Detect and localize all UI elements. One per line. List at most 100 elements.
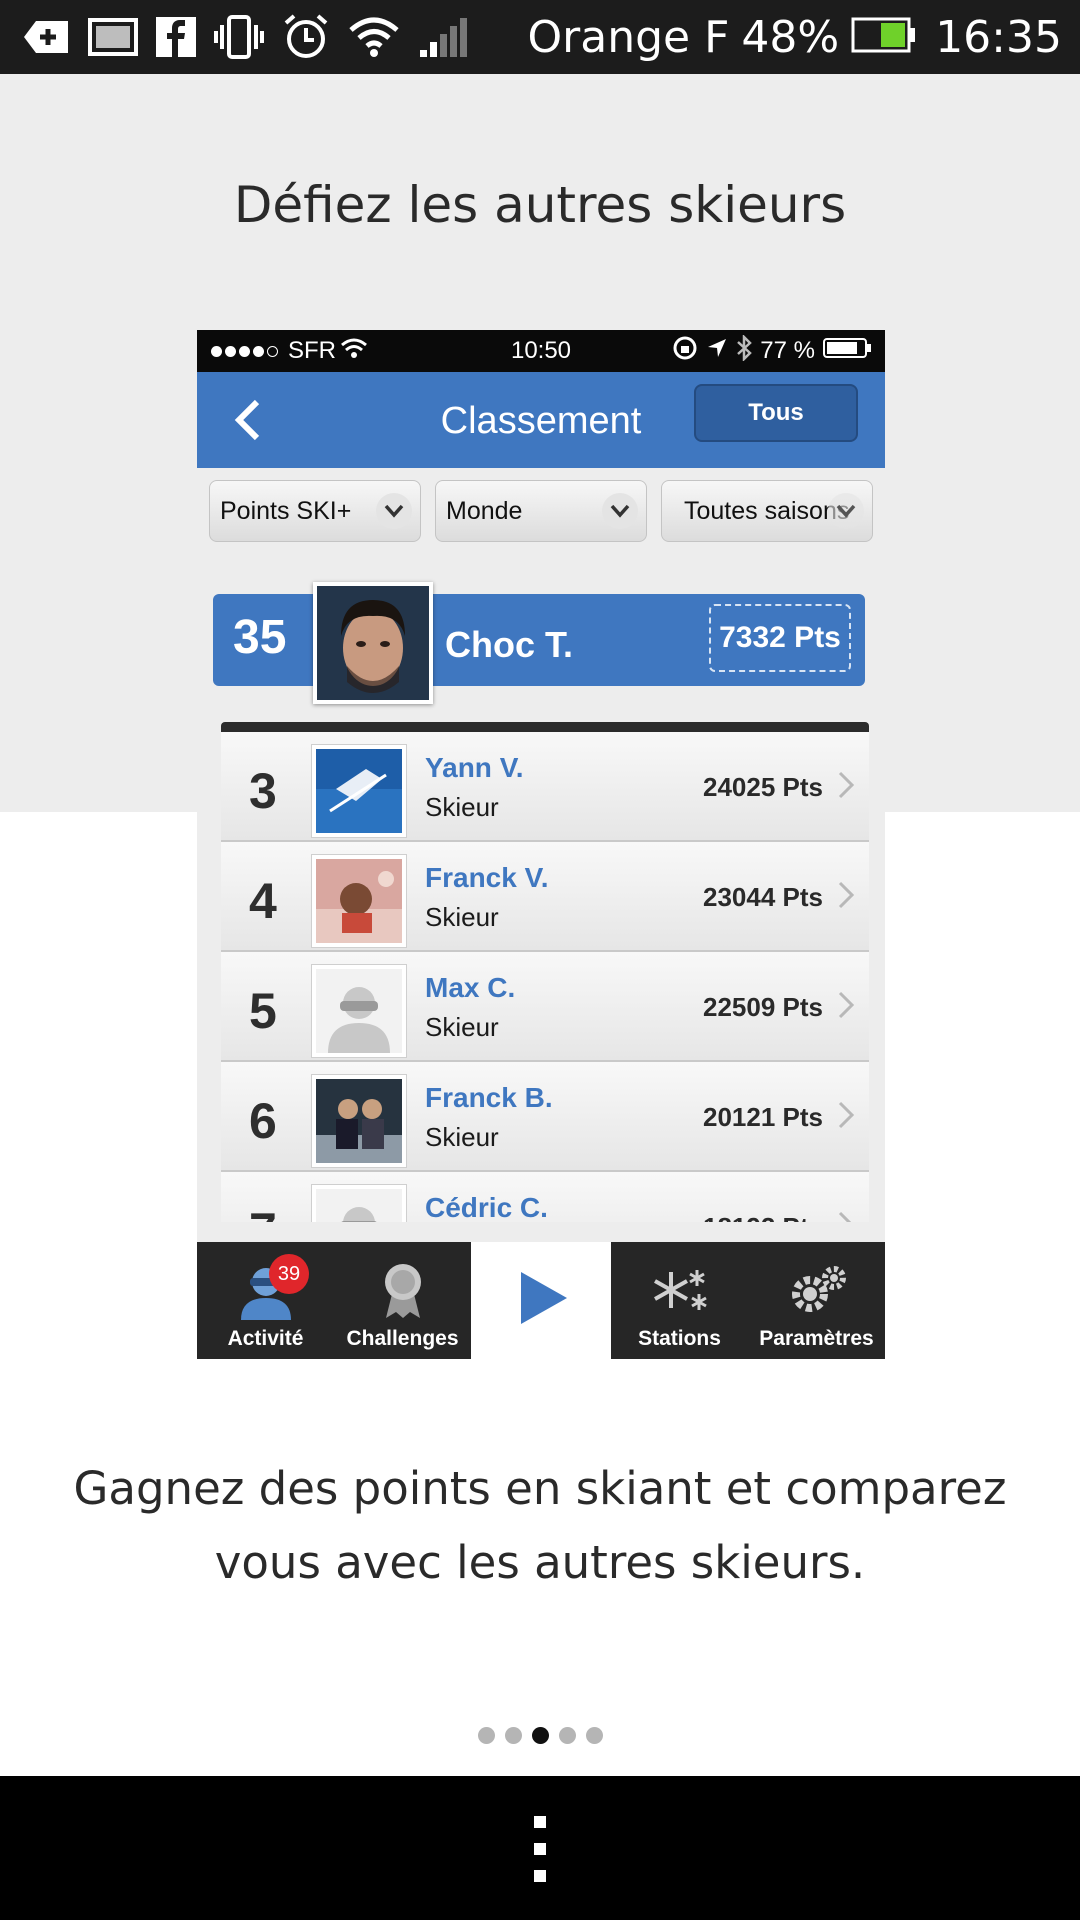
skier-name: Yann V. xyxy=(425,752,524,783)
tab-parametres[interactable]: Paramètres xyxy=(748,1242,885,1359)
description-line-2: vous avec les autres skieurs. xyxy=(214,1536,866,1589)
menu-dot-icon xyxy=(534,1816,546,1828)
snowflake-icon xyxy=(645,1260,715,1320)
region-label: Monde xyxy=(446,496,523,525)
skier-points: 18192 Pts xyxy=(703,1212,823,1222)
points-type-select[interactable]: Points SKI+ xyxy=(209,480,421,542)
menu-dot-icon xyxy=(534,1870,546,1882)
avatar xyxy=(311,744,407,838)
status-bar: Orange F 48% 16:35 xyxy=(0,0,1080,74)
tab-label: Paramètres xyxy=(759,1327,874,1350)
skier-role: Skieur xyxy=(425,902,499,932)
tab-group-left: 39 Activité Challenges xyxy=(197,1242,471,1359)
tab-label: Activité xyxy=(227,1327,304,1350)
page-dot xyxy=(558,1727,576,1744)
avatar xyxy=(313,582,433,704)
list-header-bar xyxy=(221,722,869,732)
filter-bar: Points SKI+ Monde Toutes saisons xyxy=(197,480,885,546)
back-tag-icon xyxy=(22,19,70,55)
season-select[interactable]: Toutes saisons xyxy=(661,480,873,542)
current-user-name: Choc T. xyxy=(445,624,574,665)
location-icon xyxy=(706,337,728,366)
skier-name: Franck V. xyxy=(425,862,549,893)
play-icon xyxy=(521,1272,567,1324)
image-notification-icon xyxy=(88,18,138,56)
page-dot-active xyxy=(531,1727,549,1744)
chevron-right-icon xyxy=(837,1100,855,1130)
description: Gagnez des points en skiant et comparez … xyxy=(0,1452,1080,1600)
signal-dots-icon xyxy=(211,345,278,357)
gear-icon xyxy=(782,1260,852,1320)
battery-icon xyxy=(851,17,917,58)
tab-label: Stations xyxy=(638,1327,721,1350)
current-user-points: 7332 Pts xyxy=(709,604,851,672)
rank-number: 3 xyxy=(249,763,277,819)
bluetooth-icon xyxy=(736,333,753,368)
ios-status-bar: SFR 10:50 77 % xyxy=(197,330,885,372)
ios-battery-percent: 77 % xyxy=(760,337,815,364)
tab-activite[interactable]: 39 Activité xyxy=(197,1242,334,1359)
vibrate-icon xyxy=(214,15,264,59)
rotation-lock-icon xyxy=(672,335,698,368)
leaderboard-list: 3 Yann V. Skieur 24025 Pts 4 Franck V. S… xyxy=(221,722,869,1222)
skier-points: 24025 Pts xyxy=(703,772,823,802)
carrier-label: Orange F xyxy=(527,11,730,63)
avatar xyxy=(311,1074,407,1168)
all-filter-button[interactable]: Tous xyxy=(694,384,858,442)
rank-number: 5 xyxy=(249,983,277,1039)
rank-number: 7 xyxy=(249,1202,277,1222)
page-dot xyxy=(477,1727,495,1744)
ios-wifi-icon xyxy=(340,337,368,366)
tab-play[interactable] xyxy=(471,1242,611,1359)
chevron-down-icon xyxy=(376,493,412,529)
menu-dot-icon xyxy=(534,1843,546,1855)
avatar xyxy=(311,964,407,1058)
signal-icon xyxy=(418,16,470,58)
battery-percent: 48% xyxy=(741,11,840,63)
system-navigation-bar xyxy=(0,1776,1080,1920)
points-type-label: Points SKI+ xyxy=(220,496,352,525)
avatar xyxy=(311,1184,407,1222)
page-dot xyxy=(504,1727,522,1744)
chevron-down-icon xyxy=(602,493,638,529)
ios-carrier: SFR xyxy=(288,337,336,364)
wifi-icon xyxy=(348,16,400,58)
clock: 16:35 xyxy=(935,11,1062,63)
tab-bar: 39 Activité Challenges Stations Paramètr… xyxy=(197,1242,885,1359)
skier-name: Max C. xyxy=(425,972,516,1003)
table-row[interactable]: 6 Franck B. Skieur 20121 Pts xyxy=(221,1062,869,1172)
skier-role: Skieur xyxy=(425,792,499,822)
page-dot xyxy=(585,1727,603,1744)
default-skier-icon xyxy=(316,1189,402,1222)
table-row[interactable]: 4 Franck V. Skieur 23044 Pts xyxy=(221,842,869,952)
tab-label: Challenges xyxy=(346,1327,459,1350)
table-row[interactable]: 7 Cédric C. 18192 Pts xyxy=(221,1172,869,1222)
skier-name: Cédric C. xyxy=(425,1192,548,1222)
region-select[interactable]: Monde xyxy=(435,480,647,542)
default-skier-icon xyxy=(316,969,402,1053)
chevron-right-icon xyxy=(837,990,855,1020)
tab-challenges[interactable]: Challenges xyxy=(334,1242,471,1359)
current-user-rank[interactable]: 35 Choc T. 7332 Pts xyxy=(213,594,865,686)
skier-role: Skieur xyxy=(425,1122,499,1152)
chevron-right-icon xyxy=(837,1210,855,1222)
skier-role: Skieur xyxy=(425,1012,499,1042)
alarm-icon xyxy=(282,13,330,61)
chevron-right-icon xyxy=(837,770,855,800)
table-row[interactable]: 3 Yann V. Skieur 24025 Pts xyxy=(221,732,869,842)
overflow-menu-button[interactable] xyxy=(520,1816,560,1882)
skier-points: 20121 Pts xyxy=(703,1102,823,1132)
tab-stations[interactable]: Stations xyxy=(611,1242,748,1359)
app-preview: SFR 10:50 77 % Classement Tous Points SK… xyxy=(197,330,885,1359)
table-row[interactable]: 5 Max C. Skieur 22509 Pts xyxy=(221,952,869,1062)
page-indicator[interactable] xyxy=(0,1727,1080,1744)
season-label: Toutes saisons xyxy=(684,496,850,525)
navigation-bar: Classement Tous xyxy=(197,372,885,468)
medal-icon xyxy=(368,1260,438,1320)
ios-battery-icon xyxy=(823,337,873,366)
tab-group-right: Stations Paramètres xyxy=(611,1242,885,1359)
description-line-1: Gagnez des points en skiant et comparez xyxy=(73,1462,1007,1515)
rank-number: 4 xyxy=(249,873,277,929)
page-title: Défiez les autres skieurs xyxy=(233,176,847,234)
skier-points: 23044 Pts xyxy=(703,882,823,912)
